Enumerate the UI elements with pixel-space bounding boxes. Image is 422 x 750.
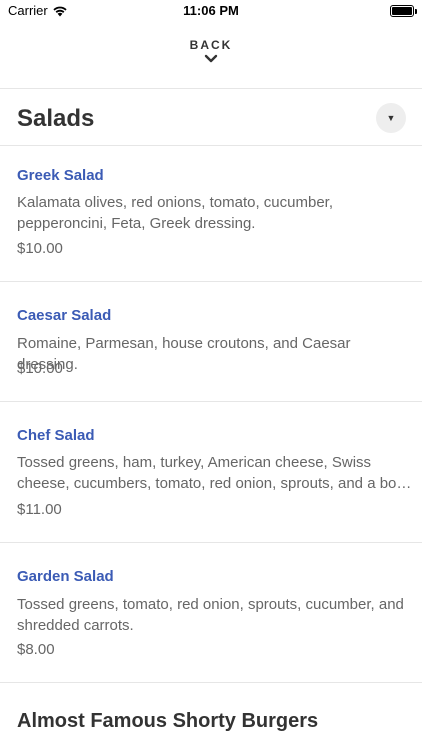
item-description: Kalamata olives, red onions, tomato, cuc… <box>17 194 333 232</box>
battery-icon <box>390 5 417 17</box>
status-time: 11:06 PM <box>183 3 239 18</box>
item-name: Chef Salad <box>17 427 95 444</box>
item-price: $8.00 <box>17 641 55 658</box>
next-section-title: Almost Famous Shorty Burgers <box>17 710 319 732</box>
item-name: Greek Salad <box>17 167 104 184</box>
item-price: $11.00 <box>17 501 62 518</box>
menu-item-garden-salad[interactable]: Garden Salad Tossed greens, tomato, red … <box>0 543 422 682</box>
item-price: $10.00 <box>17 360 63 377</box>
item-name: Caesar Salad <box>17 307 112 324</box>
back-button[interactable]: BACK <box>0 38 422 78</box>
menu-item-caesar-salad[interactable]: Caesar Salad Romaine, Parmesan, house cr… <box>0 282 422 401</box>
divider <box>0 682 422 683</box>
item-description: Romaine, Parmesan, house croutons, and C… <box>17 335 351 373</box>
item-description: Tossed greens, tomato, red onion, sprout… <box>17 596 404 634</box>
section-header: Salads ▼ <box>0 89 422 145</box>
chevron-down-icon <box>204 54 218 63</box>
collapse-section-button[interactable]: ▼ <box>376 103 406 133</box>
menu-item-chef-salad[interactable]: Chef Salad Tossed greens, ham, turkey, A… <box>0 402 422 542</box>
item-name: Garden Salad <box>17 568 114 585</box>
item-description: Tossed greens, ham, turkey, American che… <box>17 454 412 492</box>
triangle-down-icon: ▼ <box>386 112 396 123</box>
status-bar: Carrier 11:06 PM <box>0 0 422 22</box>
section-title: Salads <box>17 105 95 132</box>
back-label: BACK <box>189 38 233 52</box>
item-price: $10.00 <box>17 240 63 257</box>
menu-item-greek-salad[interactable]: Greek Salad Kalamata olives, red onions,… <box>0 146 422 281</box>
